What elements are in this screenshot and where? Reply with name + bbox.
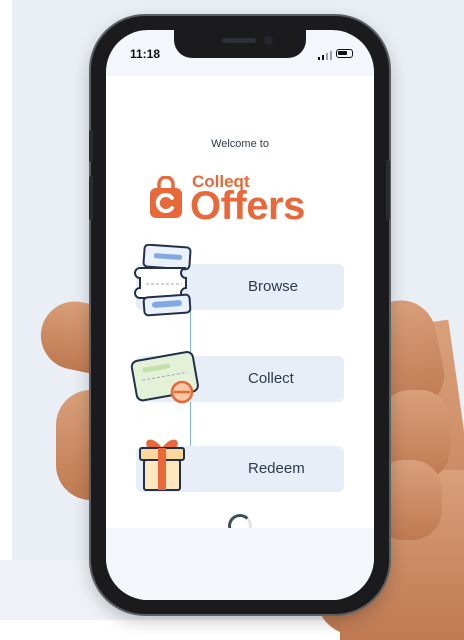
brand-logo: Colleqt Offers [148,168,348,238]
screen-bottom-area [106,528,374,600]
battery-icon [336,49,353,58]
app-content: Welcome to Colleqt Offers Browse Collect… [106,76,374,538]
status-time: 11:18 [130,47,161,61]
step-label: Redeem [248,460,305,477]
browse-tickets-icon [134,244,192,317]
step-label: Browse [248,278,299,295]
phone-side-button [89,176,93,220]
phone-side-button [89,130,93,162]
signal-icon [318,51,332,60]
welcome-text: Welcome to [211,138,269,150]
speaker-icon [222,38,256,43]
step-label: Collect [248,370,294,387]
brand-large-text: Offers [190,184,305,228]
phone-notch [174,30,306,58]
phone-screen: 11:18 Welcome to Colleqt Offers Browse C… [106,30,374,600]
camera-icon [264,36,273,45]
gift-box-icon [139,439,185,491]
phone-side-button [386,160,390,220]
collect-coupon-icon [130,351,199,404]
shopping-bag-icon [150,176,182,218]
